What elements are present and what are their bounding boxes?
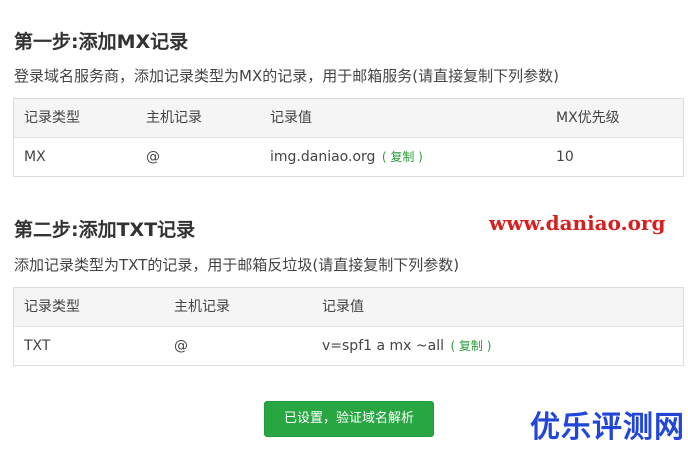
mx-record-table: 记录类型 主机记录 记录值 MX优先级 MX @ img.daniao.org … [13, 98, 684, 177]
header-record-value: 记录值 [270, 110, 312, 126]
mx-copy-link[interactable]: ( 复制 ) [382, 150, 423, 164]
txt-record-value-cell: v=spf1 a mx ~all ( 复制 ) [322, 327, 491, 365]
verify-domain-button[interactable]: 已设置，验证域名解析 [264, 401, 434, 437]
watermark-brand: 优乐评测网 [530, 410, 685, 445]
table-header-row: 记录类型 主机记录 记录值 [14, 288, 683, 327]
mx-record-value-cell: img.daniao.org ( 复制 ) [270, 138, 423, 176]
txt-record-table: 记录类型 主机记录 记录值 TXT @ v=spf1 a mx ~all ( 复… [13, 287, 684, 366]
mx-record-value: img.daniao.org [270, 149, 376, 165]
watermark-url: www.daniao.org [489, 211, 666, 235]
txt-record-value: v=spf1 a mx ~all [322, 338, 444, 354]
header-record-type: 记录类型 [24, 299, 80, 315]
step1-title: 第一步:添加MX记录 [14, 31, 189, 53]
table-header-row: 记录类型 主机记录 记录值 MX优先级 [14, 99, 683, 138]
step2-description: 添加记录类型为TXT的记录，用于邮箱反垃圾(请直接复制下列参数) [14, 256, 460, 274]
mx-priority-value: 10 [556, 149, 574, 165]
txt-record-type: TXT [24, 338, 51, 354]
header-host-record: 主机记录 [146, 110, 202, 126]
header-record-type: 记录类型 [24, 110, 80, 126]
mx-record-type: MX [24, 149, 46, 165]
txt-host-record: @ [174, 338, 188, 354]
header-mx-priority: MX优先级 [556, 110, 620, 126]
header-host-record: 主机记录 [174, 299, 230, 315]
mx-host-record: @ [146, 149, 160, 165]
step2-title: 第二步:添加TXT记录 [14, 219, 196, 241]
table-row: TXT @ v=spf1 a mx ~all ( 复制 ) [14, 327, 683, 365]
table-row: MX @ img.daniao.org ( 复制 ) 10 [14, 138, 683, 176]
txt-copy-link[interactable]: ( 复制 ) [450, 339, 491, 353]
step1-description: 登录域名服务商，添加记录类型为MX的记录，用于邮箱服务(请直接复制下列参数) [14, 67, 559, 85]
header-record-value: 记录值 [322, 299, 364, 315]
